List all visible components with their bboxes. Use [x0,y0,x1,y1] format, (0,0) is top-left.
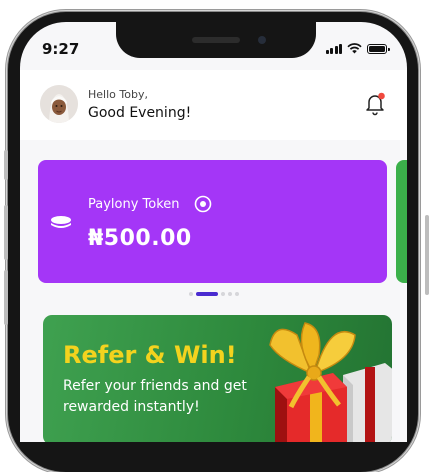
coins-icon [51,216,71,228]
wallet-label: Paylony Token [88,197,180,212]
status-icons [325,43,390,54]
avatar[interactable] [40,85,78,123]
phone-side-button [4,205,8,260]
wifi-icon [347,43,362,54]
carousel-indicator [189,292,239,296]
camera [258,36,266,44]
carousel-dot[interactable] [221,292,225,296]
app-screen: 9:27 Hello Toby, Good Evening! Paylony T… [20,22,407,442]
carousel-dot[interactable] [228,292,232,296]
phone-side-button [4,270,8,325]
notification-badge [378,92,385,100]
carousel-dot[interactable] [235,292,239,296]
referral-banner[interactable]: Refer & Win! Refer your friends and get … [43,315,392,442]
phone-side-button [425,215,429,295]
carousel-dot[interactable] [189,292,193,296]
avatar-icon [40,85,78,123]
battery-icon [367,44,390,54]
signal-icon [325,44,342,54]
wallet-carousel[interactable]: Paylony Token ₦500.00 [20,160,407,284]
notch [116,22,316,58]
header: Hello Toby, Good Evening! [20,70,407,140]
eye-icon[interactable] [194,195,212,213]
status-time: 9:27 [42,40,80,58]
next-wallet-card[interactable] [396,160,407,283]
speaker [192,37,240,43]
greeting-name: Hello Toby, [88,88,148,101]
promo-subtitle: Refer your friends and get rewarded inst… [63,378,247,415]
gift-icon [269,322,392,442]
promo-title: Refer & Win! [63,341,237,369]
greeting-time: Good Evening! [88,105,192,121]
wallet-card[interactable]: Paylony Token ₦500.00 [38,160,387,283]
bell-icon[interactable] [363,90,387,116]
carousel-dot-active[interactable] [196,292,218,296]
phone-side-button [4,150,8,180]
wallet-balance: ₦500.00 [88,226,192,251]
